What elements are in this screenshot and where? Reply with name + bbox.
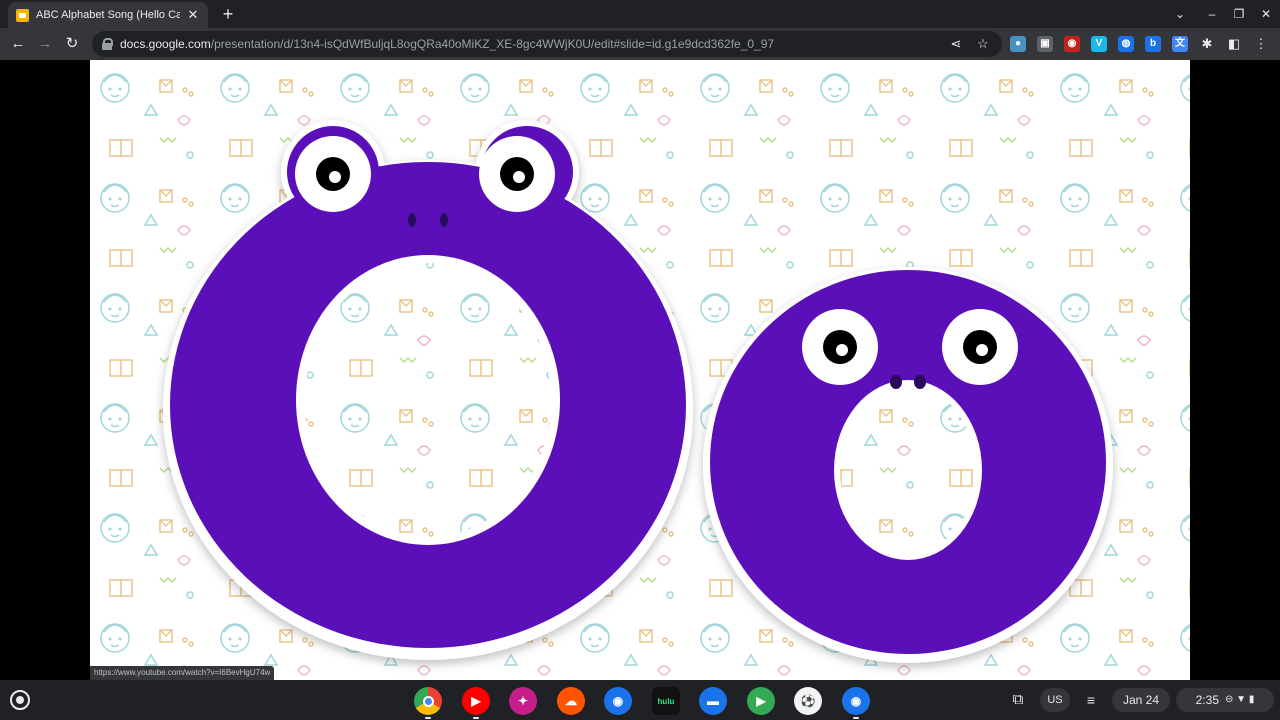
ext-globe-icon[interactable]: ◍ bbox=[1118, 36, 1134, 52]
ext-vimeo-icon[interactable]: V bbox=[1091, 36, 1107, 52]
ext-screen-icon[interactable]: ◉ bbox=[1064, 36, 1080, 52]
ext-camera-icon[interactable]: ● bbox=[1010, 36, 1026, 52]
slide-canvas: O o bbox=[90, 60, 1190, 680]
ime-indicator[interactable]: US bbox=[1040, 688, 1070, 712]
tab-slides[interactable]: ABC Alphabet Song (Hello Carri ✕ bbox=[8, 2, 208, 28]
soundcloud-app-icon[interactable]: ☁ bbox=[557, 687, 585, 715]
ext-translate-icon[interactable]: 文 bbox=[1172, 36, 1188, 52]
slide-artwork bbox=[90, 60, 1190, 680]
restore-button[interactable]: ❐ bbox=[1229, 4, 1249, 24]
bookmark-star-icon[interactable]: ☆ bbox=[974, 35, 992, 53]
slides-favicon-icon bbox=[16, 8, 29, 22]
url-path: /presentation/d/13n4-isQdWfBuljqL8ogQRa4… bbox=[210, 37, 775, 51]
extensions-puzzle-icon[interactable]: ✱ bbox=[1198, 35, 1216, 53]
files-app-icon[interactable]: ▬ bbox=[699, 687, 727, 715]
back-button[interactable]: ← bbox=[8, 34, 28, 54]
lock-icon[interactable] bbox=[102, 38, 113, 50]
address-bar[interactable]: docs.google.com /presentation/d/13n4-isQ… bbox=[92, 31, 1002, 57]
tab-search-dropdown-icon[interactable]: ⌄ bbox=[1170, 4, 1190, 24]
browser-menu-icon[interactable]: ⋮ bbox=[1252, 35, 1270, 53]
close-tab-icon[interactable]: ✕ bbox=[186, 8, 200, 22]
soccer-app-icon[interactable]: ⚽ bbox=[794, 687, 822, 715]
chromeos-shelf: ▶ ✦ ☁ ◉ hulu ▬ ▶ ⚽ ◉ ⧉ US ≡ Jan 24 2:35 ⊖ ▼ ▮ bbox=[0, 680, 1280, 720]
clipboard-icon[interactable]: ⧉ bbox=[1006, 688, 1030, 712]
media-playlist-icon[interactable]: ≡ bbox=[1080, 688, 1102, 712]
play-store-app-icon[interactable]: ▶ bbox=[747, 687, 775, 715]
minimize-button[interactable]: – bbox=[1202, 4, 1222, 24]
camera-app-icon[interactable]: ◉ bbox=[604, 687, 632, 715]
chrome-app-icon[interactable] bbox=[414, 687, 442, 719]
presentation-viewport: O o bbox=[0, 60, 1280, 680]
launcher-button[interactable] bbox=[10, 690, 30, 710]
status-icons: ⊖ ▼ ▮ bbox=[1225, 694, 1255, 705]
tab-title: ABC Alphabet Song (Hello Carri bbox=[36, 9, 180, 21]
screencast-app-icon[interactable]: ✦ bbox=[509, 687, 537, 715]
reload-button[interactable]: ↻ bbox=[62, 34, 82, 54]
share-icon[interactable]: ⋖ bbox=[947, 35, 965, 53]
youtube-app-icon[interactable]: ▶ bbox=[462, 687, 490, 719]
side-panel-icon[interactable]: ◧ bbox=[1225, 35, 1243, 53]
url-host: docs.google.com bbox=[120, 37, 211, 51]
date-tray[interactable]: Jan 24 bbox=[1112, 688, 1170, 712]
forward-button[interactable]: → bbox=[35, 34, 55, 54]
link-status-bubble: https://www.youtube.com/watch?v=I6BevHgU… bbox=[90, 666, 275, 680]
system-tray[interactable]: 2:35 ⊖ ▼ ▮ bbox=[1176, 688, 1274, 712]
tab-strip: ABC Alphabet Song (Hello Carri ✕ + ⌄ – ❐… bbox=[0, 0, 1280, 28]
new-tab-button[interactable]: + bbox=[218, 4, 238, 24]
clock-time: 2:35 bbox=[1195, 693, 1219, 707]
close-window-button[interactable]: ✕ bbox=[1256, 4, 1276, 24]
screen-capture-app-icon[interactable]: ◉ bbox=[842, 687, 870, 719]
hulu-app-icon[interactable]: hulu bbox=[652, 687, 680, 715]
browser-toolbar: ← → ↻ docs.google.com /presentation/d/13… bbox=[0, 28, 1280, 60]
small-letter-o bbox=[703, 267, 1113, 663]
ext-bing-icon[interactable]: b bbox=[1145, 36, 1161, 52]
ext-record-icon[interactable]: ▣ bbox=[1037, 36, 1053, 52]
